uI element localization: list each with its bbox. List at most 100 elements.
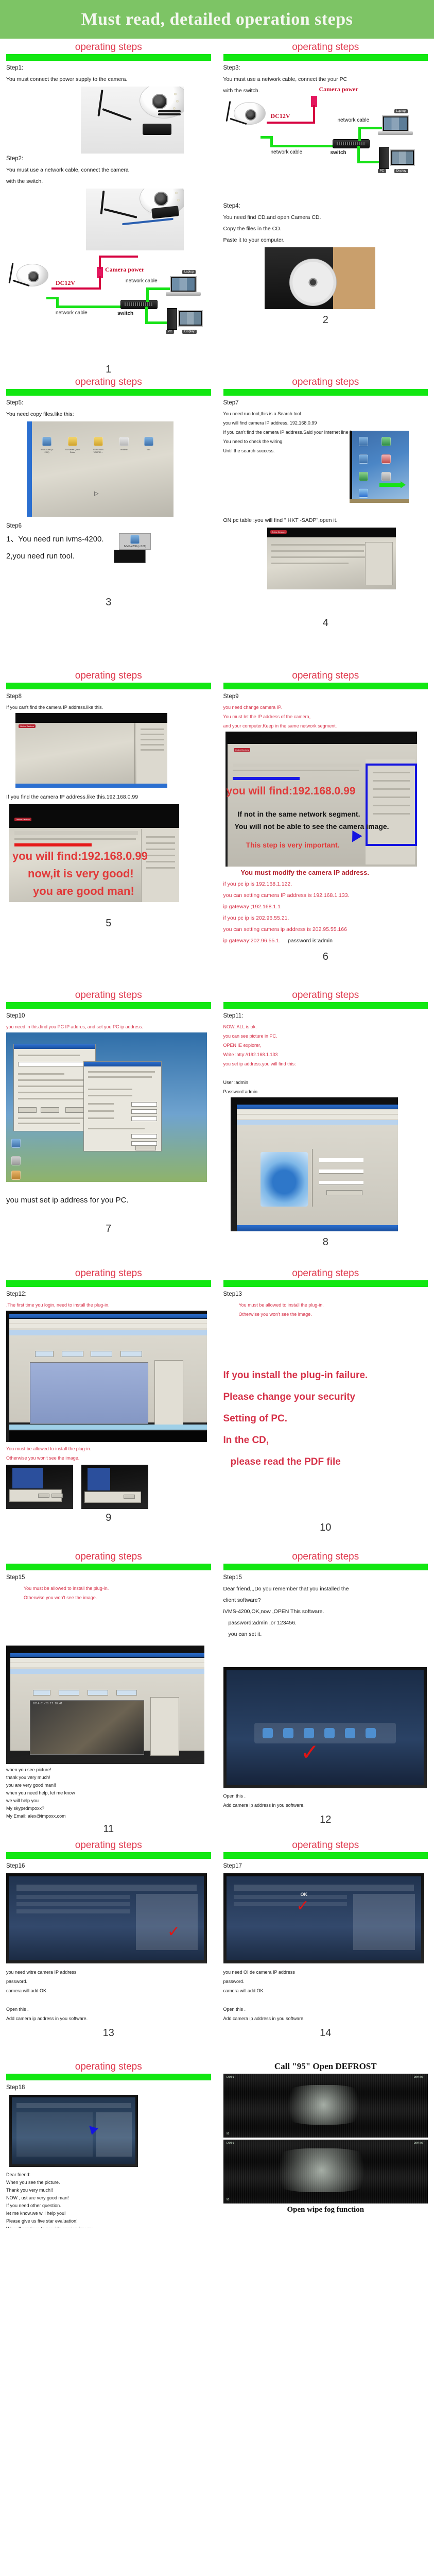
green-divider xyxy=(223,1002,428,1009)
red-highlight-bar xyxy=(14,843,92,846)
camera-lens xyxy=(152,94,167,109)
photo-camera-power xyxy=(81,87,184,154)
step-line: OPEN IE explorer, xyxy=(223,1043,262,1048)
panel-13: operating steps Step16 ✓ you need witre … xyxy=(0,1837,217,2058)
panel-10-header: operating steps xyxy=(223,1265,428,1279)
network-diagram: Camera power DC12V network cable switch … xyxy=(6,252,211,361)
page-number: 13 xyxy=(102,2027,114,2039)
letter-line: Please give us five star evaluation! xyxy=(6,2218,78,2224)
step-line: you will find camera IP address. 192.168… xyxy=(223,420,317,426)
letter-line: let me know.we will help you! xyxy=(6,2211,66,2216)
ops-label: operating steps xyxy=(75,990,142,1001)
step-title: Step16 xyxy=(6,1863,25,1869)
password-note: password is:admin xyxy=(288,938,333,944)
panel-7-header: operating steps xyxy=(6,987,211,1001)
photo-file-explorer: IVMS-4200 (v 2.00) X5 Series Quick Guide… xyxy=(27,421,173,517)
ops-label: operating steps xyxy=(75,42,142,53)
step-line: password:admin ,or 123456. xyxy=(228,1620,297,1626)
photo-add-device-2: OK ✓ xyxy=(223,1873,424,1963)
green-divider xyxy=(6,1564,211,1570)
panel-12-header: operating steps xyxy=(223,1548,428,1563)
ok-label: OK xyxy=(300,1892,308,1897)
ops-label: operating steps xyxy=(292,1268,359,1279)
green-divider xyxy=(6,1280,211,1287)
diagram-label-laptop: Laptop xyxy=(182,270,196,274)
diagram-display xyxy=(178,310,203,327)
step-line: you need change camera IP. xyxy=(223,705,282,710)
panel-1: operating steps Step1: You must connect … xyxy=(0,39,217,374)
panel-4: operating steps Step7 You need run tool,… xyxy=(217,374,434,667)
ops-label: operating steps xyxy=(75,1840,142,1851)
thermal-image-1: CAM01 DEFROST 95 xyxy=(223,2074,428,2138)
ip-line: if you pc ip is 192.168.1.122. xyxy=(223,881,292,887)
green-divider xyxy=(6,389,211,396)
step-line: You must let the IP address of the camer… xyxy=(223,714,311,719)
letter-line: My Email: alex@impoxx.com xyxy=(6,1814,66,1819)
panel-2: operating steps Step3: You must use a ne… xyxy=(217,39,434,374)
panel-footnote: camera will add OK. xyxy=(223,1988,265,1993)
step-title: Step11: xyxy=(223,1013,244,1019)
photo-final-client xyxy=(9,2095,138,2167)
overlay-important: This step is very important. xyxy=(246,841,340,849)
photo-sadp-window: Online Devices xyxy=(267,528,396,589)
step-line: If you can't find the camera IP address.… xyxy=(6,705,103,710)
panel-5-header: operating steps xyxy=(6,667,211,682)
page-number: 7 xyxy=(106,1223,112,1234)
panel-grid: operating steps Step1: You must connect … xyxy=(0,39,434,2228)
green-divider xyxy=(6,1002,211,1009)
photo-cd-drive xyxy=(264,247,375,309)
big-notice-line: please read the PDF file xyxy=(230,1456,341,1467)
letter-line: We will continue to provide service for … xyxy=(6,2225,211,2228)
red-check-icon: ✓ xyxy=(167,1923,180,1941)
overlay-found-ip: you will find:192.168.0.99 xyxy=(226,785,356,797)
diagram-laptop xyxy=(170,276,197,293)
icon-label: X5 SERIES VCRRR ... xyxy=(93,448,104,453)
panel-footnote: you need OI de camera IP address xyxy=(223,1970,295,1975)
step-line: client software? xyxy=(223,1597,261,1603)
diagram-label-pc: PC xyxy=(377,169,386,173)
letter-line: when you need help, let me know xyxy=(6,1790,75,1795)
step-line: Otherwise you won't see the image. xyxy=(24,1595,97,1600)
page-banner: Must read, detailed operation steps xyxy=(0,0,434,39)
letter-line: when you see picture! xyxy=(6,1767,51,1772)
overlay-not-same-segment: If not in the same network segment. xyxy=(237,810,360,818)
credential-line: Password:admin xyxy=(223,1089,258,1094)
red-check-icon: ✓ xyxy=(300,1739,320,1766)
panel-12: operating steps Step15 Dear friend,,,Do … xyxy=(217,1548,434,1837)
green-divider xyxy=(223,1564,428,1570)
ip-line: you can setting camera IP address is 192… xyxy=(223,892,350,899)
page-number: 14 xyxy=(320,2027,332,2039)
icon-label: X5 Series Quick Guide xyxy=(65,448,80,453)
green-pointer-arrow xyxy=(379,481,406,488)
diagram-label-netcable-1: network cable xyxy=(56,310,88,316)
power-adapter xyxy=(143,124,171,135)
panel-3: operating steps Step5: You need copy fil… xyxy=(0,374,217,667)
green-divider xyxy=(223,1280,428,1287)
photo-security-dialog-1 xyxy=(6,1465,73,1509)
panel-11-header: operating steps xyxy=(6,1548,211,1563)
step-line: you can set it. xyxy=(228,1631,262,1637)
step-title: Step9 xyxy=(223,693,239,700)
panel-5: operating steps Step8 If you can't find … xyxy=(0,667,217,987)
step-line: with the switch. xyxy=(6,178,43,184)
green-divider xyxy=(6,2074,211,2080)
panel-footnote: password. xyxy=(223,1979,245,1984)
ops-label: operating steps xyxy=(75,1268,142,1279)
panel-14: operating steps Step17 OK ✓ you need OI … xyxy=(217,1837,434,2058)
panel-6: operating steps Step9 you need change ca… xyxy=(217,667,434,987)
photo-add-device-1: ✓ xyxy=(6,1873,207,1963)
diagram-label-dc: DC12V xyxy=(56,279,75,286)
window-tcpip-properties xyxy=(83,1061,162,1151)
ip-line: ip gateway:202.96.55.1. xyxy=(223,938,281,944)
big-notice-line: If you install the plug-in failure. xyxy=(223,1370,368,1381)
panel-footnote: password. xyxy=(6,1979,28,1984)
page-number: 11 xyxy=(103,1823,114,1835)
page-title: Must read, detailed operation steps xyxy=(81,9,353,29)
diagram-switch xyxy=(120,300,158,309)
thermal-image-2: CAM01 DEFROST 95 xyxy=(223,2140,428,2204)
page-number: 4 xyxy=(322,617,328,629)
ops-label: operating steps xyxy=(292,377,359,387)
letter-line: If you need other question. xyxy=(6,2203,61,2208)
photo-sadp-modify: Online Devices you will find:192.168.0.9… xyxy=(225,732,417,867)
icon-label: readme xyxy=(120,448,128,451)
